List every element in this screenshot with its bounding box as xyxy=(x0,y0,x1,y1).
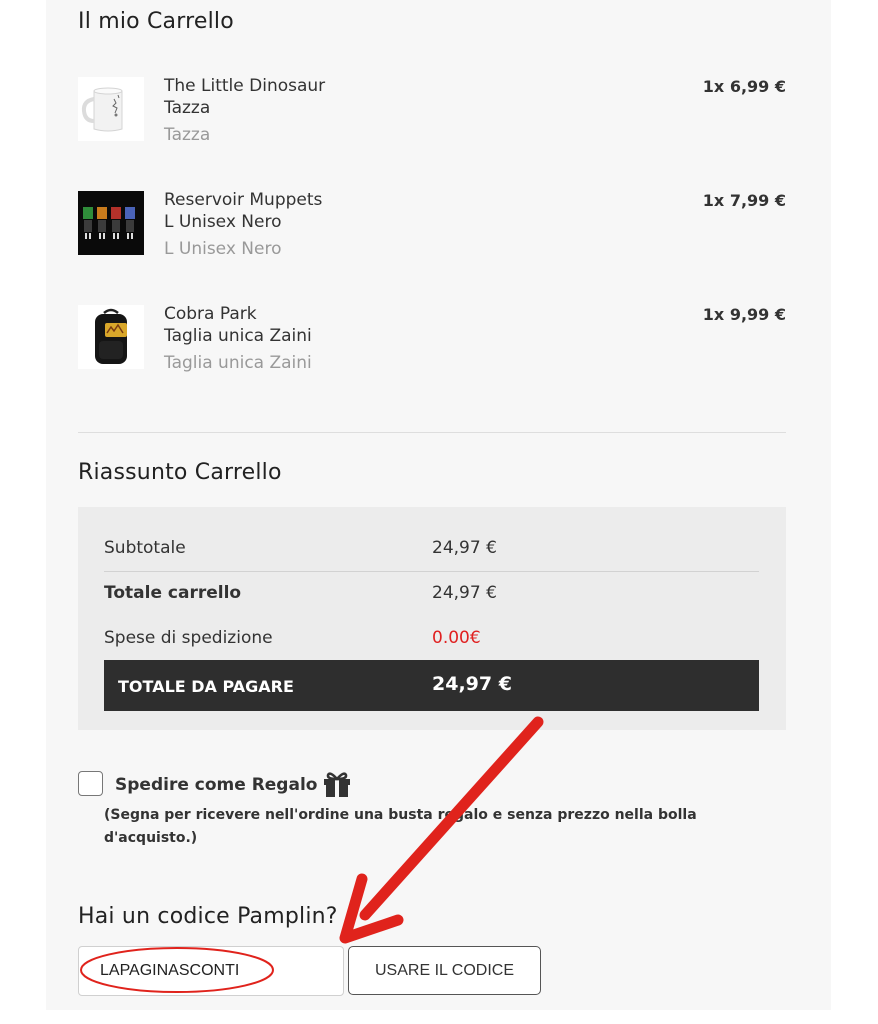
cart-total-label: Totale carrello xyxy=(104,583,242,603)
summary-title: Riassunto Carrello xyxy=(78,460,282,485)
gift-checkbox[interactable] xyxy=(78,771,103,796)
total-to-pay-label: TOTALE DA PAGARE xyxy=(118,677,294,696)
row-divider xyxy=(104,527,759,572)
item-variant: Taglia unica Zaini xyxy=(164,326,312,346)
total-to-pay-value: 24,97 € xyxy=(432,673,512,695)
item-subtitle: L Unisex Nero xyxy=(164,239,282,259)
item-variant: Tazza xyxy=(164,98,211,118)
cart-item: Cobra Park Taglia unica Zaini Taglia uni… xyxy=(78,303,786,395)
shipping-row: Spese di spedizione 0.00€ xyxy=(104,616,759,660)
item-price: 1x 6,99 € xyxy=(702,77,786,96)
gift-icon xyxy=(322,771,352,797)
mug-icon[interactable] xyxy=(78,77,144,141)
cart-item: The Little Dinosaur Tazza Tazza 1x 6,99 … xyxy=(78,75,786,167)
total-to-pay-bar: TOTALE DA PAGARE 24,97 € xyxy=(104,660,759,711)
tshirt-print-icon[interactable] xyxy=(78,191,144,255)
cart-item: Reservoir Muppets L Unisex Nero L Unisex… xyxy=(78,189,786,281)
gift-note: (Segna per ricevere nell'ordine una bust… xyxy=(104,807,697,846)
shipping-label: Spese di spedizione xyxy=(104,628,273,648)
item-subtitle: Tazza xyxy=(164,125,211,145)
cart-title: Il mio Carrello xyxy=(78,9,234,34)
item-name[interactable]: Reservoir Muppets xyxy=(164,189,322,211)
backpack-icon[interactable] xyxy=(78,305,144,369)
item-variant: L Unisex Nero xyxy=(164,212,282,232)
apply-code-button[interactable]: USARE IL CODICE xyxy=(348,946,541,995)
cart-total-value: 24,97 € xyxy=(432,583,497,603)
item-price: 1x 7,99 € xyxy=(702,191,786,210)
divider xyxy=(78,432,786,433)
promo-code-input[interactable] xyxy=(78,946,344,996)
item-price: 1x 9,99 € xyxy=(702,305,786,324)
promo-title: Hai un codice Pamplin? xyxy=(78,904,338,929)
shipping-value: 0.00€ xyxy=(432,628,481,648)
cart-total-row: Totale carrello 24,97 € xyxy=(104,571,759,615)
item-name[interactable]: Cobra Park xyxy=(164,303,257,325)
item-name[interactable]: The Little Dinosaur xyxy=(164,75,325,97)
summary-box: Subtotale 24,97 € Totale carrello 24,97 … xyxy=(78,507,786,730)
gift-label[interactable]: Spedire come Regalo xyxy=(115,775,317,795)
item-subtitle: Taglia unica Zaini xyxy=(164,353,312,373)
